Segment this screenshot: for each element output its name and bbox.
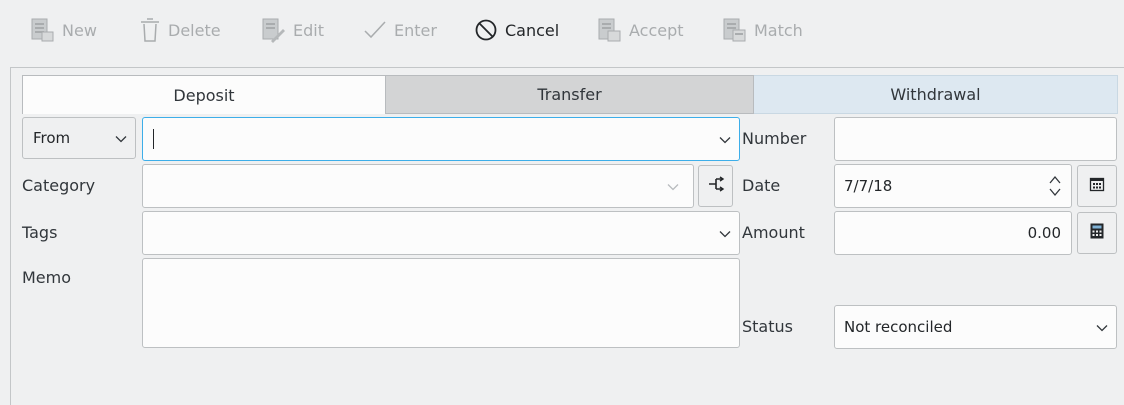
number-input[interactable] <box>834 117 1117 161</box>
calculator-icon <box>1090 223 1104 243</box>
date-value: 7/7/18 <box>844 177 893 195</box>
tab-withdrawal[interactable]: Withdrawal <box>754 75 1118 114</box>
match-button-label: Match <box>754 20 803 40</box>
chevron-down-icon <box>1096 318 1108 336</box>
delete-button-label: Delete <box>168 20 221 40</box>
payee-direction-select[interactable]: From <box>22 117 136 159</box>
calculator-button[interactable] <box>1077 212 1117 254</box>
status-value: Not reconciled <box>844 318 953 336</box>
tab-deposit[interactable]: Deposit <box>22 75 386 114</box>
edit-button[interactable]: Edit <box>257 14 324 46</box>
payee-direction-value: From <box>33 129 71 147</box>
memo-textarea[interactable] <box>142 258 740 348</box>
new-button-label: New <box>62 20 97 40</box>
calendar-button[interactable] <box>1077 165 1117 207</box>
tab-transfer-label: Transfer <box>537 85 602 104</box>
document-match-icon <box>718 15 748 45</box>
status-select[interactable]: Not reconciled <box>834 305 1117 349</box>
tab-transfer[interactable]: Transfer <box>386 75 754 114</box>
tags-combobox[interactable] <box>142 211 740 255</box>
trash-icon <box>138 16 162 44</box>
text-cursor <box>153 129 154 149</box>
cancel-button[interactable]: Cancel <box>473 14 559 46</box>
number-label: Number <box>742 129 807 148</box>
amount-value: 0.00 <box>1027 224 1061 242</box>
category-combobox[interactable] <box>142 164 694 208</box>
tab-withdrawal-label: Withdrawal <box>890 85 981 104</box>
match-button[interactable]: Match <box>718 14 803 46</box>
accept-button-label: Accept <box>629 20 684 40</box>
split-icon <box>707 176 725 196</box>
date-label: Date <box>742 176 781 195</box>
status-label: Status <box>742 317 793 336</box>
split-button[interactable] <box>698 165 733 207</box>
enter-button-label: Enter <box>394 20 437 40</box>
document-new-icon <box>26 15 56 45</box>
edit-button-label: Edit <box>293 20 324 40</box>
transaction-type-tabs: Deposit Transfer Withdrawal <box>22 75 1118 114</box>
memo-label: Memo <box>22 268 72 287</box>
amount-label: Amount <box>742 223 805 242</box>
chevron-down-icon[interactable] <box>667 177 679 195</box>
category-label: Category <box>22 176 96 195</box>
calendar-icon <box>1089 176 1105 196</box>
spin-updown-icon[interactable] <box>1049 174 1061 202</box>
cancel-icon <box>473 17 499 43</box>
toolbar: New Delete Edit Enter Cancel Accept Matc… <box>0 0 1124 60</box>
new-button[interactable]: New <box>26 14 97 46</box>
date-input[interactable]: 7/7/18 <box>834 164 1072 208</box>
chevron-down-icon[interactable] <box>719 130 731 148</box>
document-edit-icon <box>257 15 287 45</box>
payee-combobox[interactable] <box>142 117 740 161</box>
chevron-down-icon <box>115 129 127 147</box>
document-accept-icon <box>593 15 623 45</box>
amount-input[interactable]: 0.00 <box>834 211 1072 255</box>
accept-button[interactable]: Accept <box>593 14 684 46</box>
delete-button[interactable]: Delete <box>138 14 221 46</box>
enter-button[interactable]: Enter <box>362 14 437 46</box>
chevron-down-icon[interactable] <box>719 224 731 242</box>
tags-label: Tags <box>22 223 58 242</box>
checkmark-icon <box>362 17 388 43</box>
cancel-button-label: Cancel <box>505 20 560 40</box>
tab-deposit-label: Deposit <box>173 85 235 105</box>
